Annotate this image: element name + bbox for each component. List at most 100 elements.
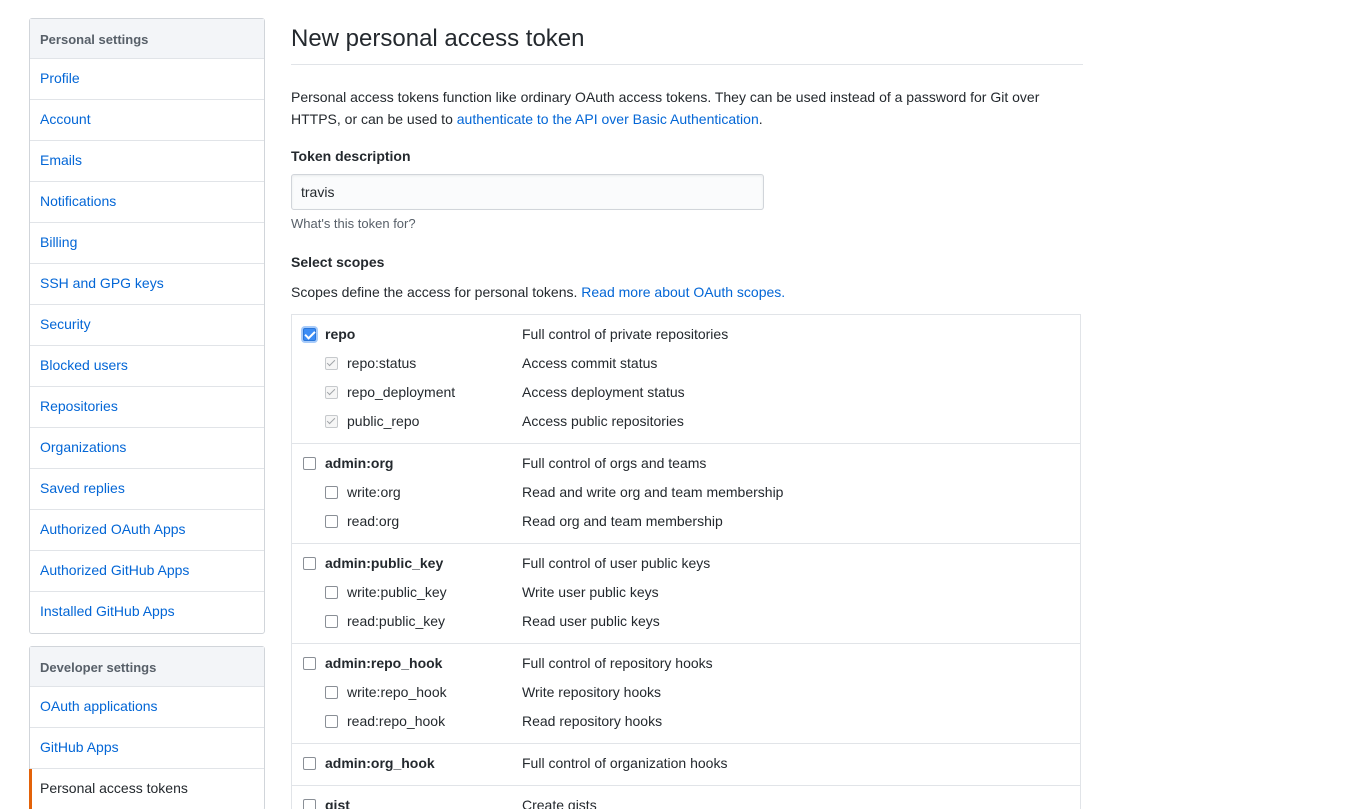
scope-row: read:repo_hook Read repository hooks bbox=[292, 708, 1080, 737]
scope-description: Full control of organization hooks bbox=[522, 755, 728, 771]
scope-name: gist bbox=[325, 797, 350, 809]
sidebar-item-billing[interactable]: Billing bbox=[30, 223, 264, 264]
scope-name: write:public_key bbox=[347, 584, 447, 600]
sidebar-item-personal-access-tokens[interactable]: Personal access tokens bbox=[29, 769, 264, 809]
sidebar-item-security[interactable]: Security bbox=[30, 305, 264, 346]
intro-text: Personal access tokens function like ord… bbox=[291, 86, 1071, 130]
scope-checkbox[interactable] bbox=[325, 615, 338, 628]
sidebar-item-saved-replies[interactable]: Saved replies bbox=[30, 469, 264, 510]
token-description-note: What's this token for? bbox=[291, 216, 416, 231]
scope-description: Full control of orgs and teams bbox=[522, 455, 707, 471]
developer-settings-heading: Developer settings bbox=[30, 647, 264, 687]
intro-end: . bbox=[758, 111, 763, 127]
scope-checkbox[interactable] bbox=[325, 415, 338, 428]
scope-checkbox[interactable] bbox=[303, 328, 316, 341]
scope-checkbox[interactable] bbox=[303, 557, 316, 570]
scope-row: admin:org_hook Full control of organizati… bbox=[292, 750, 1080, 779]
scope-checkbox[interactable] bbox=[303, 757, 316, 770]
scope-checkbox[interactable] bbox=[325, 386, 338, 399]
scope-description: Full control of repository hooks bbox=[522, 655, 713, 671]
scope-row: repo_deployment Access deployment status bbox=[292, 379, 1080, 408]
scope-name: admin:org bbox=[325, 455, 394, 471]
scope-row: gist Create gists bbox=[292, 792, 1080, 809]
scope-name: admin:public_key bbox=[325, 555, 444, 571]
sidebar-item-blocked-users[interactable]: Blocked users bbox=[30, 346, 264, 387]
scope-description: Access public repositories bbox=[522, 413, 684, 429]
scope-row: admin:public_key Full control of user pub… bbox=[292, 550, 1080, 579]
scope-description: Read repository hooks bbox=[522, 713, 663, 729]
scope-group: gist Create gists bbox=[292, 786, 1080, 809]
scope-description: Full control of private repositories bbox=[522, 326, 729, 342]
select-scopes-label: Select scopes bbox=[291, 254, 385, 270]
scope-name: read:org bbox=[347, 513, 400, 529]
scope-row: repo Full control of private repositories bbox=[292, 321, 1080, 350]
sidebar-item-ssh-and-gpg-keys[interactable]: SSH and GPG keys bbox=[30, 264, 264, 305]
personal-settings-menu: Personal settings Profile Account Emails No… bbox=[29, 18, 265, 634]
scope-name: write:org bbox=[347, 484, 401, 500]
sidebar-item-authorized-oauth-apps[interactable]: Authorized OAuth Apps bbox=[30, 510, 264, 551]
scope-name: repo_deployment bbox=[347, 384, 456, 400]
scope-description: Read user public keys bbox=[522, 613, 660, 629]
scope-checkbox[interactable] bbox=[325, 686, 338, 699]
token-description-label: Token description bbox=[291, 148, 411, 164]
scopes-table: repo Full control of private repositories… bbox=[291, 314, 1081, 809]
scope-name: public_repo bbox=[347, 413, 420, 429]
scope-checkbox[interactable] bbox=[303, 457, 316, 470]
sidebar-item-authorized-github-apps[interactable]: Authorized GitHub Apps bbox=[30, 551, 264, 592]
scope-row: write:repo_hook Write repository hooks bbox=[292, 679, 1080, 708]
oauth-scopes-link[interactable]: Read more about OAuth scopes. bbox=[581, 284, 785, 300]
personal-settings-heading: Personal settings bbox=[30, 19, 264, 59]
developer-settings-menu: Developer settings OAuth applications Git… bbox=[29, 646, 265, 809]
scope-row: admin:repo_hook Full control of repositor… bbox=[292, 650, 1080, 679]
scope-checkbox[interactable] bbox=[325, 357, 338, 370]
token-description-input[interactable] bbox=[291, 174, 764, 210]
scope-name: admin:org_hook bbox=[325, 755, 435, 771]
scope-checkbox[interactable] bbox=[325, 586, 338, 599]
sidebar-item-oauth-applications[interactable]: OAuth applications bbox=[30, 687, 264, 728]
sidebar-item-account[interactable]: Account bbox=[30, 100, 264, 141]
scope-group: admin:org_hook Full control of organizati… bbox=[292, 744, 1080, 786]
scope-checkbox[interactable] bbox=[325, 515, 338, 528]
scope-name: read:public_key bbox=[347, 613, 446, 629]
scope-group: admin:public_key Full control of user pub… bbox=[292, 544, 1080, 644]
scope-row: admin:org Full control of orgs and teams bbox=[292, 450, 1080, 479]
scope-row: read:org Read org and team membership bbox=[292, 508, 1080, 537]
sidebar-item-repositories[interactable]: Repositories bbox=[30, 387, 264, 428]
scope-description: Write user public keys bbox=[522, 584, 659, 600]
scope-description: Access deployment status bbox=[522, 384, 685, 400]
sidebar-item-installed-github-apps[interactable]: Installed GitHub Apps bbox=[30, 592, 264, 633]
scope-checkbox[interactable] bbox=[325, 715, 338, 728]
scope-name: repo bbox=[325, 326, 356, 342]
scopes-text: Scopes define the access for personal to… bbox=[291, 284, 582, 300]
scope-group: repo Full control of private repositories… bbox=[292, 315, 1080, 444]
scope-row: repo:status Access commit status bbox=[292, 350, 1080, 379]
sidebar-item-github-apps[interactable]: GitHub Apps bbox=[30, 728, 264, 769]
scope-description: Write repository hooks bbox=[522, 684, 662, 700]
scope-description: Access commit status bbox=[522, 355, 658, 371]
scope-group: admin:repo_hook Full control of repositor… bbox=[292, 644, 1080, 744]
scope-name: repo:status bbox=[347, 355, 417, 371]
scope-group: admin:org Full control of orgs and teams w… bbox=[292, 444, 1080, 544]
sidebar-item-notifications[interactable]: Notifications bbox=[30, 182, 264, 223]
scopes-description: Scopes define the access for personal to… bbox=[291, 284, 785, 300]
scope-row: write:org Read and write org and team mem… bbox=[292, 479, 1080, 508]
scope-name: write:repo_hook bbox=[347, 684, 447, 700]
scope-description: Full control of user public keys bbox=[522, 555, 711, 571]
scope-name: admin:repo_hook bbox=[325, 655, 443, 671]
scope-checkbox[interactable] bbox=[325, 486, 338, 499]
sidebar-item-organizations[interactable]: Organizations bbox=[30, 428, 264, 469]
basic-auth-link[interactable]: authenticate to the API over Basic Authe… bbox=[457, 111, 759, 127]
scope-description: Read and write org and team membership bbox=[522, 484, 784, 500]
scope-row: read:public_key Read user public keys bbox=[292, 608, 1080, 637]
scope-checkbox[interactable] bbox=[303, 799, 316, 809]
sidebar-item-emails[interactable]: Emails bbox=[30, 141, 264, 182]
scope-description: Read org and team membership bbox=[522, 513, 723, 529]
scope-row: write:public_key Write user public keys bbox=[292, 579, 1080, 608]
scope-checkbox[interactable] bbox=[303, 657, 316, 670]
scope-row: public_repo Access public repositories bbox=[292, 408, 1080, 437]
scope-description: Create gists bbox=[522, 797, 597, 809]
scope-name: read:repo_hook bbox=[347, 713, 446, 729]
sidebar-item-profile[interactable]: Profile bbox=[30, 59, 264, 100]
title-divider bbox=[291, 64, 1083, 65]
page-title: New personal access token bbox=[291, 25, 585, 52]
